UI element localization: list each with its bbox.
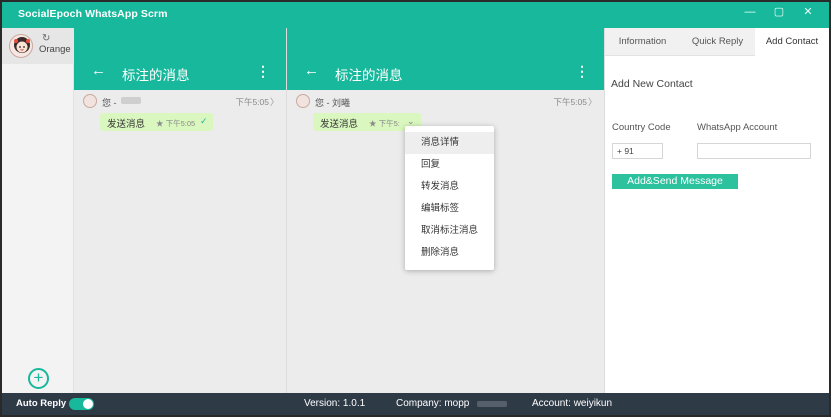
panel-title: 标注的消息	[122, 68, 190, 83]
add-contact-heading: Add New Contact	[611, 78, 693, 90]
whatsapp-account-input[interactable]	[697, 143, 811, 159]
add-account-button[interactable]: +	[28, 368, 49, 389]
minimize-icon[interactable]: —	[739, 4, 761, 20]
more-options-icon[interactable]: ⋮	[575, 63, 589, 80]
menu-item-reply[interactable]: 回复	[405, 154, 494, 176]
auto-reply-toggle[interactable]	[69, 398, 94, 410]
app-window: SocialEpoch WhatsApp Scrm — ▢ ✕ ↻ Orange…	[0, 0, 831, 417]
message-header-row: 您 - 下午5:05 〉	[83, 94, 279, 110]
account-item[interactable]: ↻ Orange	[2, 28, 74, 64]
whatsapp-account-label: WhatsApp Account	[697, 122, 778, 133]
menu-item-message-details[interactable]: 消息详情	[405, 132, 494, 154]
sender-avatar	[83, 94, 97, 108]
redacted-company	[477, 401, 507, 407]
menu-item-unstar[interactable]: 取消标注消息	[405, 220, 494, 242]
message-context-menu: 消息详情 回复 转发消息 编辑标签 取消标注消息 删除消息	[405, 126, 494, 270]
app-title: SocialEpoch WhatsApp Scrm	[18, 8, 168, 20]
sender-name: 您 - 刘曦	[315, 98, 350, 108]
message-time: 下午5:05	[235, 97, 269, 107]
title-bar: SocialEpoch WhatsApp Scrm — ▢ ✕	[2, 2, 829, 28]
message-meta: ★ 下午5:	[369, 119, 400, 128]
menu-item-forward[interactable]: 转发消息	[405, 176, 494, 198]
message-time: 下午5:05	[553, 97, 587, 107]
country-code-input[interactable]: + 91	[612, 143, 663, 159]
message-bubble[interactable]: 发送消息 ★ 下午5:05 ✓	[100, 113, 213, 131]
panel-header: ← 标注的消息 ⋮	[74, 28, 286, 90]
panel-title: 标注的消息	[335, 68, 403, 83]
chevron-right-icon[interactable]: 〉	[588, 95, 597, 108]
message-text: 发送消息	[320, 119, 359, 130]
toggle-knob	[83, 399, 93, 409]
tab-information[interactable]: Information	[605, 28, 680, 56]
back-arrow-icon[interactable]: ←	[304, 62, 319, 79]
tab-quick-reply[interactable]: Quick Reply	[680, 28, 755, 56]
redacted-name	[121, 97, 141, 104]
version-text: Version: 1.0.1	[304, 398, 366, 409]
company-text: Company: mopp	[396, 398, 470, 409]
avatar-girl-icon	[14, 37, 30, 53]
refresh-icon[interactable]: ↻	[42, 33, 50, 44]
add-send-message-button[interactable]: Add&Send Message	[612, 174, 738, 189]
menu-item-delete[interactable]: 删除消息	[405, 242, 494, 264]
message-meta: ★ 下午5:05	[156, 119, 196, 128]
back-arrow-icon[interactable]: ←	[91, 62, 106, 79]
sender-name: 您 -	[102, 98, 117, 108]
country-code-label: Country Code	[612, 122, 671, 133]
panel-header: ← 标注的消息 ⋮	[287, 28, 604, 90]
message-header-row: 您 - 刘曦 下午5:05 〉	[296, 94, 597, 110]
sender-avatar	[296, 94, 310, 108]
account-text: Account: weiyikun	[532, 398, 613, 409]
status-bar: Auto Reply Version: 1.0.1 Company: mopp …	[2, 393, 829, 415]
more-options-icon[interactable]: ⋮	[256, 63, 270, 80]
info-panel: Information Quick Reply Add Contact Add …	[605, 28, 829, 393]
close-icon[interactable]: ✕	[797, 4, 819, 20]
message-text: 发送消息	[107, 119, 146, 130]
starred-messages-panel-1: ← 标注的消息 ⋮ 您 - 下午5:05 〉 发送消息 ★ 下午5:05 ✓	[74, 28, 287, 393]
account-rail: ↻ Orange +	[2, 28, 74, 393]
read-check-icon: ✓	[200, 116, 208, 126]
account-name: Orange	[39, 44, 71, 55]
restore-icon[interactable]: ▢	[768, 4, 790, 20]
avatar	[9, 34, 33, 58]
chevron-right-icon[interactable]: 〉	[270, 95, 279, 108]
info-tabs: Information Quick Reply Add Contact	[605, 28, 829, 56]
auto-reply-label: Auto Reply	[16, 398, 67, 409]
tab-add-contact[interactable]: Add Contact	[755, 28, 829, 56]
menu-item-edit-label[interactable]: 编辑标签	[405, 198, 494, 220]
